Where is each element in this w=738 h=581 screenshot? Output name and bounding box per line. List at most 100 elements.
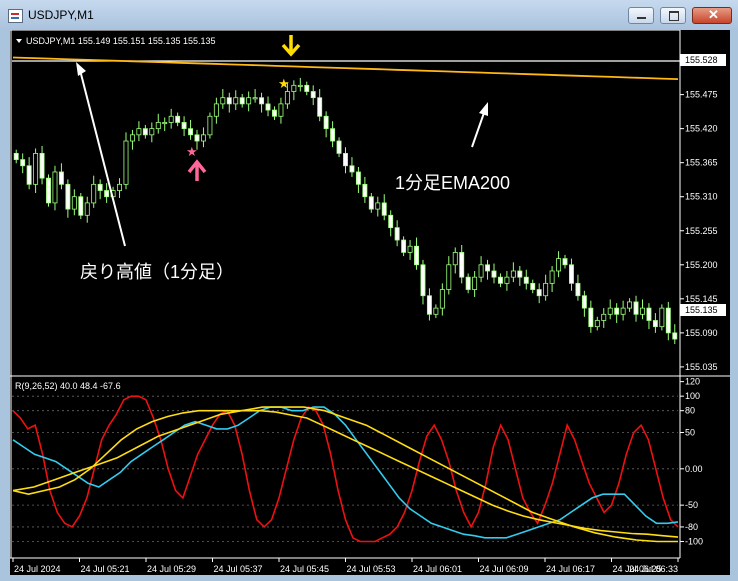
ema-pointer-arrow <box>471 109 486 148</box>
candle-body <box>278 103 284 117</box>
oscillator-tick-label: 100 <box>685 391 700 401</box>
candle-body <box>620 307 626 315</box>
candle-body <box>368 196 374 210</box>
candle-body <box>52 171 58 204</box>
candle-body <box>652 320 658 328</box>
candle-body <box>291 84 297 92</box>
candle-body <box>672 332 678 340</box>
maximize-icon <box>669 11 679 21</box>
candle-body <box>420 264 426 297</box>
price-tick-label: 155.420 <box>685 124 718 134</box>
high-pointer-arrowhead <box>76 62 86 76</box>
candle-body <box>265 103 271 111</box>
candle-body <box>452 252 458 266</box>
candle-body <box>252 97 258 100</box>
price-tick-label: 155.090 <box>685 328 718 338</box>
buy-arrow-icon <box>187 159 207 181</box>
candle-body <box>213 103 219 117</box>
candle-body <box>504 276 510 284</box>
candle-body <box>336 140 342 154</box>
candle-body <box>355 171 361 185</box>
candle-body <box>259 97 265 105</box>
oscillator-tick-label: 0.00 <box>685 464 703 474</box>
ema-pointer-arrowhead <box>479 102 488 116</box>
candle-body <box>46 177 51 204</box>
candle-body <box>349 165 355 173</box>
oscillator-tick-label: -80 <box>685 522 698 532</box>
oscillator-tick-label: -100 <box>685 536 703 546</box>
candle-body <box>543 282 549 297</box>
candle-body <box>472 276 478 290</box>
candle-body <box>581 295 587 309</box>
candle-body <box>239 97 245 105</box>
oscillator-tick-label: 80 <box>685 406 695 416</box>
time-tick-label: 24 Jul 05:21 <box>81 564 130 574</box>
time-tick-label: 24 Jul 06:33 <box>629 564 678 574</box>
candle-body <box>104 190 110 198</box>
oscillator-tick-label: 50 <box>685 427 695 437</box>
candle-body <box>659 307 665 328</box>
candle-body <box>401 239 407 253</box>
time-tick-label: 24 Jul 05:45 <box>280 564 329 574</box>
time-tick-label: 24 Jul 2024 <box>14 564 61 574</box>
chart-area[interactable]: USDJPY,M1 155.149 155.151 155.135 155.13… <box>10 29 730 575</box>
price-tick-label: 155.200 <box>685 260 718 270</box>
candle-body <box>233 97 239 105</box>
candles-group <box>13 77 678 345</box>
oscillator-axis-labels: 120 100 80 50 0.00 -50 -80 -100 <box>680 377 703 546</box>
candle-body <box>304 84 310 92</box>
symbol-info: USDJPY,M1 155.149 155.151 155.135 155.13… <box>26 36 215 46</box>
candle-body <box>433 307 439 315</box>
candle-body <box>485 264 491 272</box>
candle-body <box>627 301 633 309</box>
candle-body <box>58 171 64 185</box>
symbol-dropdown-icon[interactable] <box>16 39 22 43</box>
candle-body <box>459 252 465 278</box>
candle-body <box>394 227 400 241</box>
indicator-info: R(9,26,52) 40.0 48.4 -67.6 <box>15 381 121 391</box>
price-tick-label: 155.145 <box>685 294 718 304</box>
candle-body <box>91 183 97 204</box>
price-tick-label: 155.255 <box>685 226 718 236</box>
candle-body <box>439 289 445 309</box>
price-tick-label: 155.365 <box>685 158 718 168</box>
candle-body <box>297 84 303 87</box>
candle-body <box>536 289 542 297</box>
candle-body <box>588 307 594 328</box>
candle-body <box>556 258 562 272</box>
candle-body <box>284 91 290 105</box>
candle-body <box>523 276 529 284</box>
price-tick-label: 155.310 <box>685 192 718 202</box>
candle-body <box>426 295 432 315</box>
candle-body <box>414 245 419 266</box>
candle-body <box>181 122 187 130</box>
candle-body <box>33 152 39 185</box>
maximize-button[interactable] <box>660 7 686 24</box>
candle-body <box>129 134 135 142</box>
minimize-button[interactable] <box>628 7 654 24</box>
candle-body <box>194 134 200 142</box>
close-button[interactable]: ✕ <box>692 7 732 24</box>
candle-body <box>575 282 581 297</box>
candle-body <box>562 258 568 266</box>
time-tick-label: 24 Jul 05:29 <box>147 564 196 574</box>
chart-canvas[interactable]: USDJPY,M1 155.149 155.151 155.135 155.13… <box>10 29 730 575</box>
minimize-icon <box>637 17 646 19</box>
candle-body <box>478 264 484 278</box>
candle-body <box>13 152 19 160</box>
oscillator-group <box>12 395 679 543</box>
candle-body <box>601 313 607 321</box>
oscillator-tick-label: 120 <box>685 377 700 387</box>
candle-body <box>343 152 348 167</box>
annotation-retrace-high: 戻り高値（1分足） <box>80 262 234 282</box>
buy-star-icon: ★ <box>186 144 198 159</box>
candle-body <box>123 140 129 185</box>
candle-body <box>26 165 32 185</box>
bid-price-text: 155.135 <box>685 305 718 315</box>
candle-body <box>20 159 26 167</box>
title-bar[interactable]: USDJPY,M1 ✕ <box>0 0 738 30</box>
candle-body <box>323 115 329 130</box>
candle-body <box>317 97 323 117</box>
candle-body <box>168 115 174 123</box>
candle-body <box>614 307 620 315</box>
